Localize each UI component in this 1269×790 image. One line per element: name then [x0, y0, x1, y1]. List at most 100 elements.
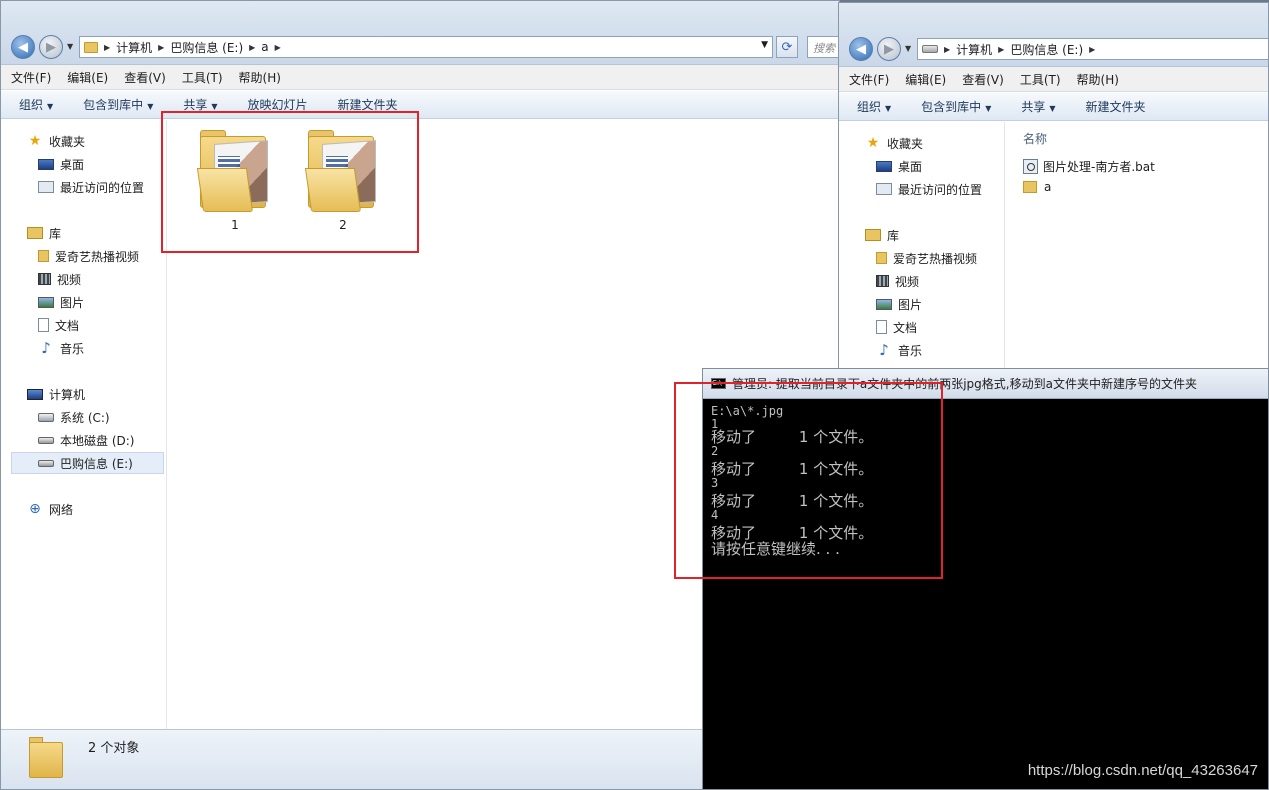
console-line: 请按任意键继续. . . [711, 540, 840, 558]
nav-documents[interactable]: 文档 [38, 314, 166, 336]
menu-view[interactable]: 查看(V) [124, 69, 166, 86]
recent-pages-dropdown[interactable]: ▼ [905, 44, 911, 53]
library-icon [27, 227, 43, 239]
console-line: 3 [711, 476, 719, 490]
console-line: E:\a\*.jpg [711, 404, 784, 418]
menu-tools[interactable]: 工具(T) [182, 69, 223, 86]
menu-file[interactable]: 文件(F) [11, 69, 51, 86]
breadcrumb-computer[interactable]: 计算机 [956, 41, 992, 58]
menu-view[interactable]: 查看(V) [962, 71, 1004, 88]
folder-icon [1023, 181, 1037, 193]
nav-iqiyi[interactable]: 爱奇艺热播视频 [876, 247, 1004, 269]
organize-button[interactable]: 组织 ▼ [19, 96, 53, 113]
menu-bar: 文件(F) 编辑(E) 查看(V) 工具(T) 帮助(H) [839, 67, 1268, 92]
nav-documents[interactable]: 文档 [876, 316, 1004, 338]
chevron-right-icon: ▶ [158, 42, 165, 52]
recent-pages-dropdown[interactable]: ▼ [67, 42, 73, 51]
batch-file-icon [1023, 159, 1038, 174]
nav-libraries[interactable]: 库 [865, 224, 1004, 246]
menu-tools[interactable]: 工具(T) [1020, 71, 1061, 88]
console-window: C:\ 管理员: 提取当前目录下a文件夹中的前两张jpg格式,移动到a文件夹中新… [702, 368, 1269, 790]
drive-icon [922, 45, 938, 53]
chevron-right-icon: ▶ [944, 44, 951, 54]
nav-favorites[interactable]: ★ 收藏夹 [27, 130, 166, 152]
video-icon [876, 275, 889, 287]
nav-pictures[interactable]: 图片 [38, 291, 166, 313]
chevron-right-icon: ▶ [249, 42, 256, 52]
file-row-folder-a[interactable]: a [1023, 180, 1051, 194]
nav-favorites[interactable]: ★ 收藏夹 [865, 132, 1004, 154]
music-note-icon: ♪ [41, 339, 51, 357]
folder-icon [84, 41, 98, 53]
menu-help[interactable]: 帮助(H) [239, 69, 281, 86]
nav-computer[interactable]: 计算机 [27, 383, 166, 405]
nav-desktop[interactable]: 桌面 [38, 153, 166, 175]
search-input[interactable]: 搜索 [807, 36, 839, 58]
nav-recent[interactable]: 最近访问的位置 [38, 176, 166, 198]
menu-bar: 文件(F) 编辑(E) 查看(V) 工具(T) 帮助(H) [1, 65, 839, 90]
music-note-icon: ♪ [879, 341, 889, 359]
pictures-icon [876, 298, 892, 310]
nav-music[interactable]: ♪ 音乐 [876, 339, 1004, 361]
menu-file[interactable]: 文件(F) [849, 71, 889, 88]
console-line: 2 [711, 444, 719, 458]
breadcrumb-e-drive[interactable]: 巴购信息 (E:) [1010, 41, 1083, 58]
hard-drive-icon [38, 436, 54, 444]
menu-edit[interactable]: 编辑(E) [67, 69, 108, 86]
column-header-name[interactable]: 名称 [1023, 130, 1047, 147]
forward-button[interactable]: ▶ [39, 35, 63, 59]
breadcrumb-a[interactable]: a [261, 40, 268, 54]
menu-edit[interactable]: 编辑(E) [905, 71, 946, 88]
refresh-button[interactable]: ⟳ [776, 36, 798, 58]
breadcrumb-e-drive[interactable]: 巴购信息 (E:) [170, 39, 243, 56]
nav-network[interactable]: ⊕ 网络 [27, 498, 166, 520]
console-title-bar[interactable]: C:\ 管理员: 提取当前目录下a文件夹中的前两张jpg格式,移动到a文件夹中新… [703, 369, 1268, 399]
menu-help[interactable]: 帮助(H) [1077, 71, 1119, 88]
nav-desktop[interactable]: 桌面 [876, 155, 1004, 177]
address-bar-area: ◀ ▶ ▼ ▶ 计算机 ▶ 巴购信息 (E:) ▶ [839, 3, 1268, 67]
nav-videos[interactable]: 视频 [38, 268, 166, 290]
folder-item-2[interactable]: 2 [298, 128, 388, 232]
chevron-right-icon: ▶ [104, 42, 111, 52]
organize-button[interactable]: 组织 ▼ [857, 98, 891, 115]
nav-libraries[interactable]: 库 [27, 222, 166, 244]
nav-recent[interactable]: 最近访问的位置 [876, 178, 1004, 200]
folder-label: 2 [339, 218, 347, 232]
console-line: 4 [711, 508, 719, 522]
computer-icon [27, 388, 43, 400]
nav-music[interactable]: ♪ 音乐 [38, 337, 166, 359]
breadcrumb-computer[interactable]: 计算机 [116, 39, 152, 56]
nav-drive-c[interactable]: 系统 (C:) [38, 406, 166, 428]
nav-pictures[interactable]: 图片 [876, 293, 1004, 315]
share-button[interactable]: 共享 ▼ [183, 96, 217, 113]
file-row-bat[interactable]: 图片处理-南方者.bat [1023, 158, 1155, 175]
back-button[interactable]: ◀ [849, 37, 873, 61]
document-icon [38, 318, 49, 332]
navigation-pane: ★ 收藏夹 桌面 最近访问的位置 库 爱奇艺热播视频 视频 图片 文档 ♪ 音乐 计… [1, 120, 167, 729]
library-icon [865, 229, 881, 241]
address-input[interactable]: ▶ 计算机 ▶ 巴购信息 (E:) ▶ [917, 38, 1268, 60]
nav-iqiyi[interactable]: 爱奇艺热播视频 [38, 245, 166, 267]
new-folder-button[interactable]: 新建文件夹 [338, 96, 398, 113]
recent-places-icon [876, 183, 892, 195]
system-drive-icon [38, 412, 54, 422]
nav-videos[interactable]: 视频 [876, 270, 1004, 292]
folder-item-1[interactable]: 1 [190, 128, 280, 232]
share-button[interactable]: 共享 ▼ [1021, 98, 1055, 115]
chevron-right-icon: ▶ [274, 42, 281, 52]
slideshow-button[interactable]: 放映幻灯片 [248, 96, 308, 113]
include-in-library-button[interactable]: 包含到库中 ▼ [921, 98, 991, 115]
console-output: E:\a\*.jpg 1 移动了 1 个文件。 2 移动了 1 个文件。 3 移… [711, 403, 1264, 789]
nav-drive-d[interactable]: 本地磁盘 (D:) [38, 429, 166, 451]
address-input[interactable]: ▶ 计算机 ▶ 巴购信息 (E:) ▶ a ▶ ▼ [79, 36, 773, 58]
desktop-icon [38, 158, 54, 170]
include-in-library-button[interactable]: 包含到库中 ▼ [83, 96, 153, 113]
folder-icon [876, 252, 887, 264]
document-icon [876, 320, 887, 334]
nav-drive-e[interactable]: 巴购信息 (E:) [11, 452, 164, 474]
forward-button[interactable]: ▶ [877, 37, 901, 61]
address-dropdown-icon[interactable]: ▼ [761, 40, 768, 50]
watermark-url: https://blog.csdn.net/qq_43263647 [1027, 762, 1258, 779]
new-folder-button[interactable]: 新建文件夹 [1086, 98, 1146, 115]
back-button[interactable]: ◀ [11, 35, 35, 59]
